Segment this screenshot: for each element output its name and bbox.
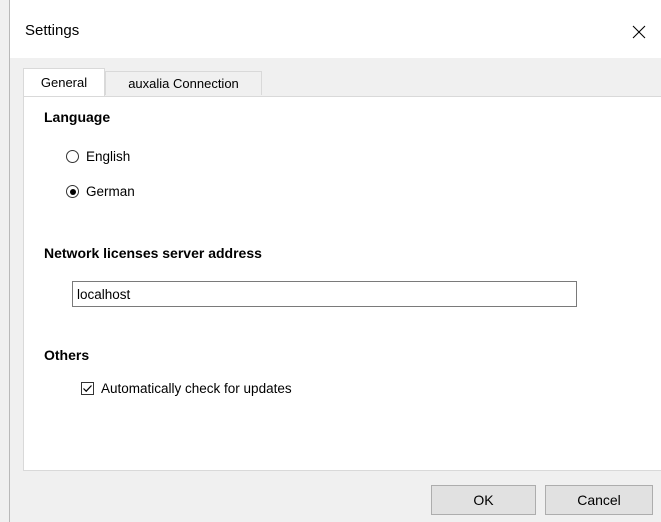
- close-button[interactable]: [617, 14, 661, 50]
- english-radio-button[interactable]: [66, 150, 79, 163]
- english-label: English: [86, 149, 131, 164]
- tab-auxalia-connection[interactable]: auxalia Connection: [105, 71, 262, 95]
- language-heading: Language: [44, 109, 111, 125]
- ok-button[interactable]: OK: [431, 485, 536, 515]
- radio-english[interactable]: English: [66, 149, 130, 164]
- settings-dialog: Settings General auxalia Connection Lang…: [9, 0, 661, 522]
- checkmark-icon: [83, 385, 92, 393]
- title-bar: Settings: [10, 0, 661, 58]
- network-heading: Network licenses server address: [44, 245, 262, 261]
- general-tab-panel: Language English German Network licenses…: [23, 96, 661, 471]
- tab-strip: General auxalia Connection: [23, 68, 661, 96]
- tab-general[interactable]: General: [23, 68, 105, 96]
- server-address-input[interactable]: [72, 281, 577, 307]
- auto-update-label: Automatically check for updates: [101, 381, 292, 396]
- auto-update-checkbox[interactable]: [81, 382, 94, 395]
- others-heading: Others: [44, 347, 90, 363]
- german-label: German: [86, 184, 135, 199]
- dialog-title: Settings: [25, 22, 80, 39]
- cancel-button[interactable]: Cancel: [545, 485, 653, 515]
- german-radio-button[interactable]: [66, 185, 79, 198]
- radio-german[interactable]: German: [66, 184, 135, 199]
- auto-update-row[interactable]: Automatically check for updates: [81, 381, 292, 396]
- close-icon: [632, 25, 646, 39]
